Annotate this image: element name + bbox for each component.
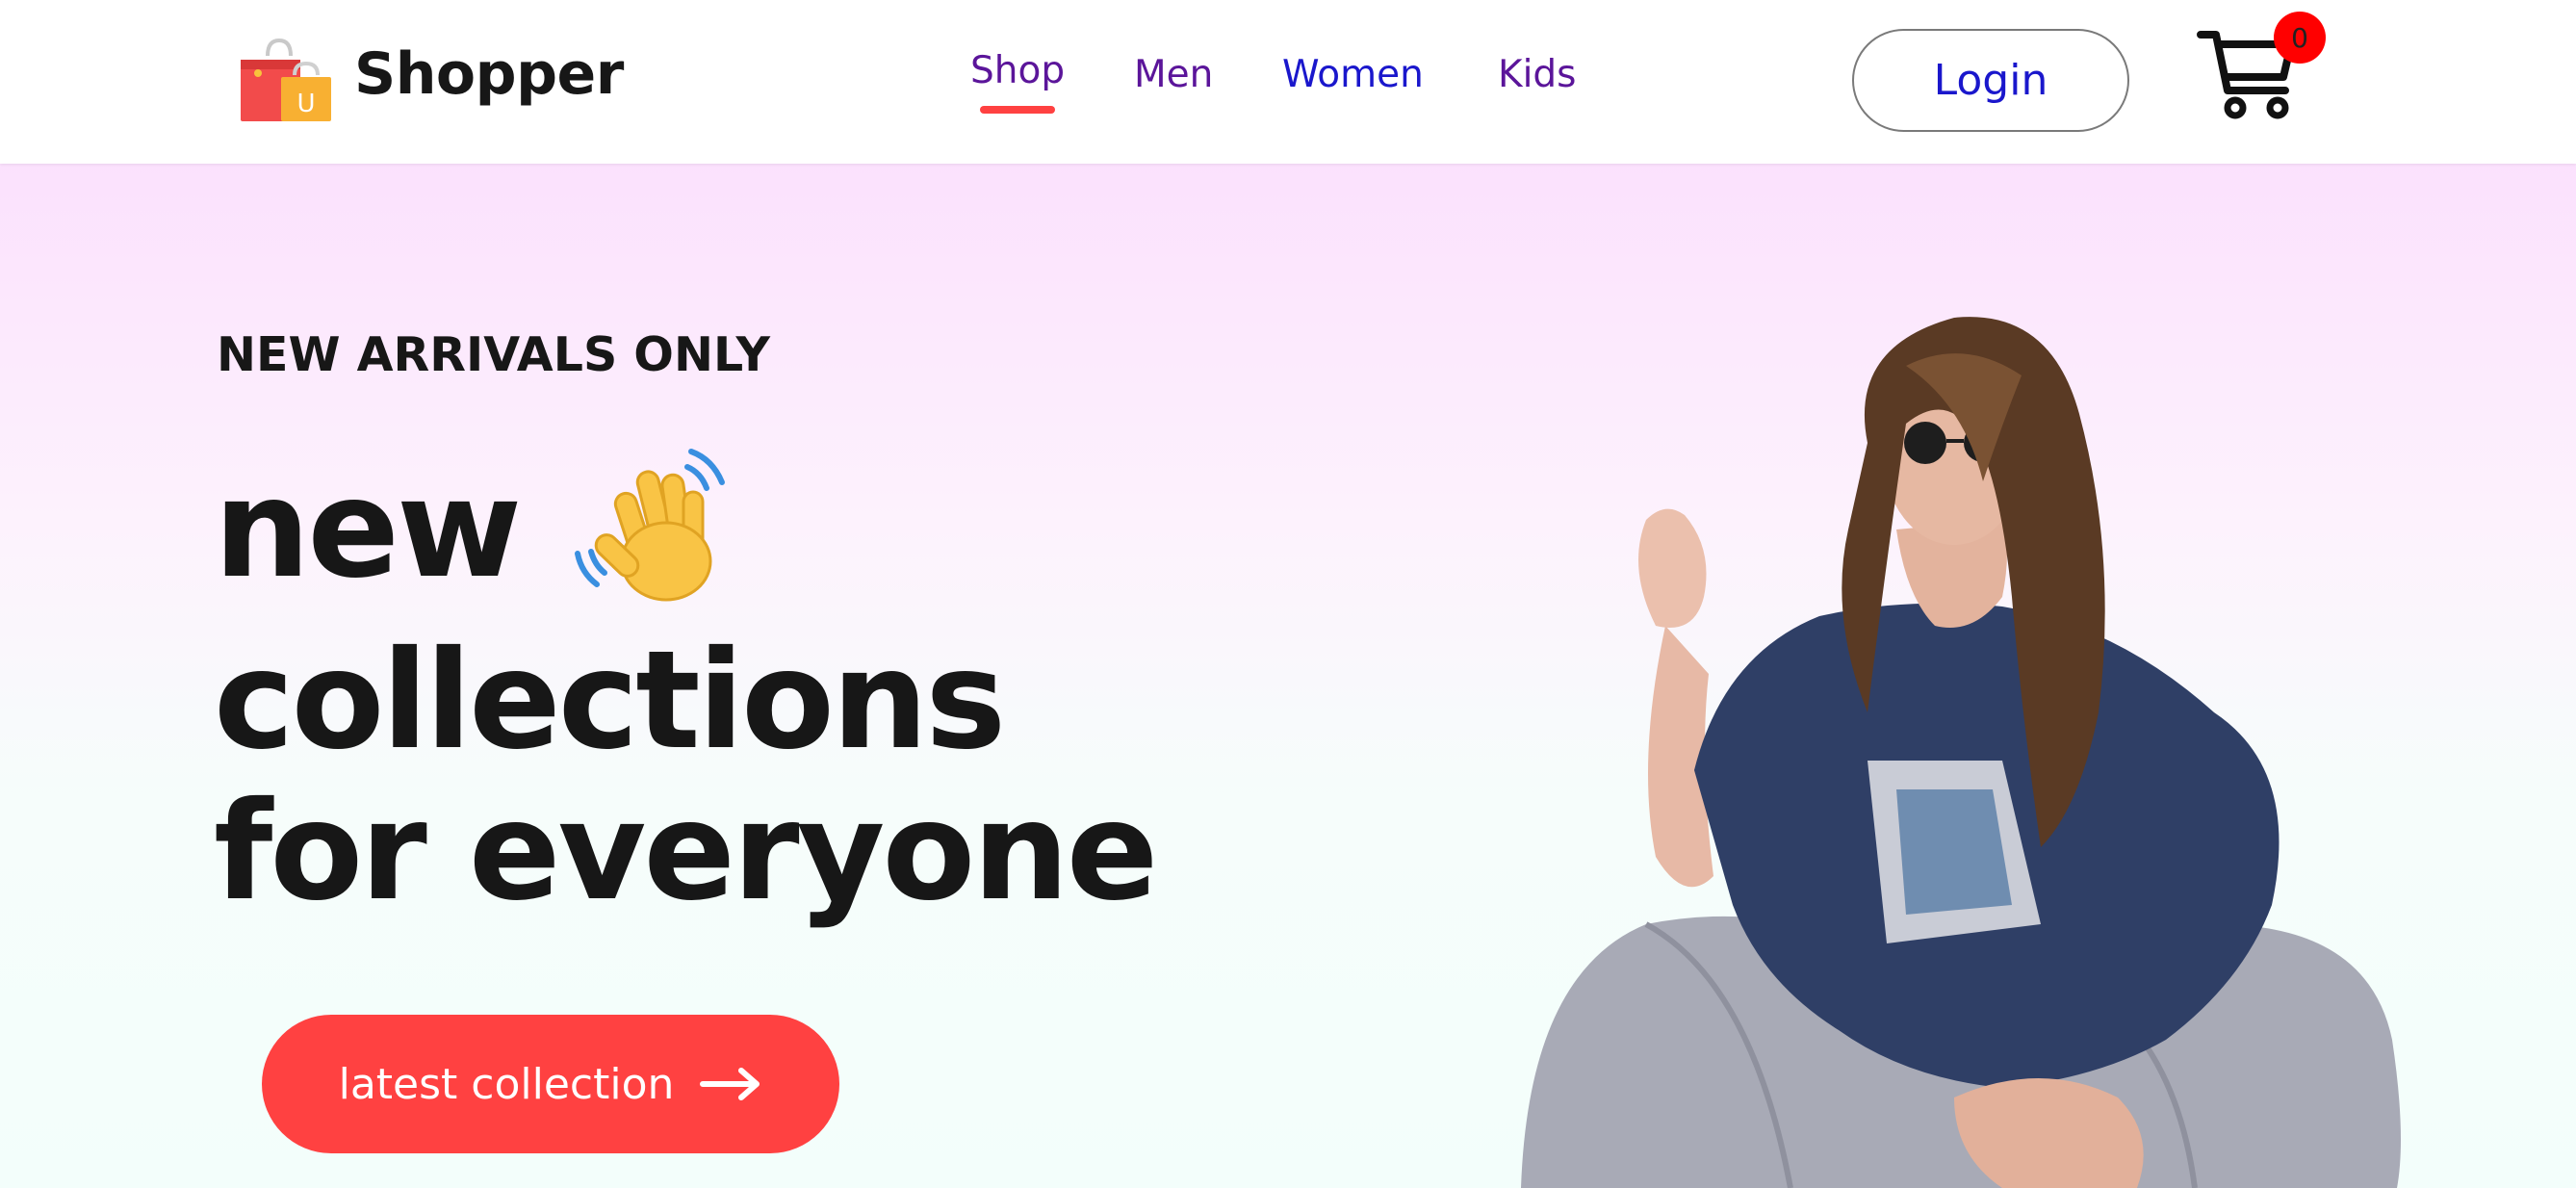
nav-shop[interactable]: Shop bbox=[970, 49, 1065, 92]
hero-model-image bbox=[1521, 317, 2401, 1188]
hero-headline-line1: new bbox=[214, 451, 522, 608]
svg-text:U: U bbox=[296, 90, 315, 118]
hero-headline-line2: collections bbox=[214, 622, 1006, 780]
hero-headline-line3: for everyone bbox=[214, 773, 1158, 931]
latest-collection-button[interactable]: latest collection bbox=[262, 1015, 839, 1153]
arrow-right-icon bbox=[700, 1068, 760, 1100]
brand-name[interactable]: Shopper bbox=[354, 40, 624, 108]
waving-hand-icon bbox=[575, 449, 725, 602]
latest-collection-label: latest collection bbox=[338, 1059, 675, 1109]
nav-men[interactable]: Men bbox=[1134, 53, 1213, 96]
active-nav-indicator bbox=[980, 106, 1055, 114]
hero-eyebrow: NEW ARRIVALS ONLY bbox=[217, 327, 771, 382]
cart-count-badge: 0 bbox=[2274, 12, 2326, 64]
nav-women[interactable]: Women bbox=[1282, 53, 1424, 96]
hero-section: NEW ARRIVALS ONLY new collections for ev… bbox=[0, 164, 2576, 1188]
nav-kids[interactable]: Kids bbox=[1498, 53, 1577, 96]
navbar: U Shopper Shop Men Women Kids Login 0 bbox=[0, 0, 2576, 164]
login-button[interactable]: Login bbox=[1852, 29, 2129, 132]
shopping-bag-icon[interactable]: U bbox=[239, 39, 333, 123]
